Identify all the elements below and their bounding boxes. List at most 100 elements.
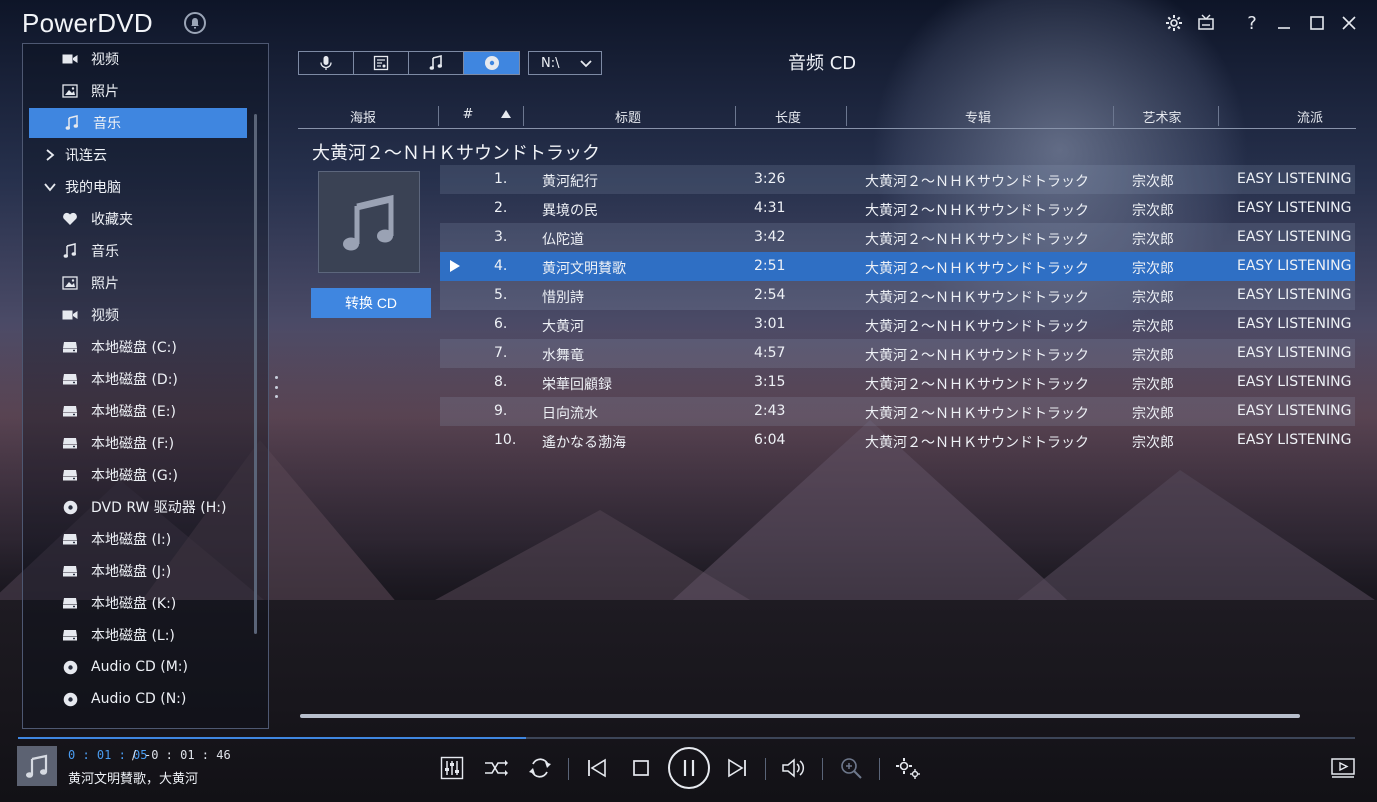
- next-icon[interactable]: [722, 752, 752, 784]
- column-divider[interactable]: [1113, 106, 1114, 126]
- table-row[interactable]: 1. 黄河紀行 3:26 大黄河２～ＮＨＫサウンドトラック 宗次郎 EASY LISTEN…: [440, 165, 1355, 194]
- sidebar-item[interactable]: 音乐: [29, 108, 247, 138]
- microphone-mode-button[interactable]: [299, 52, 354, 74]
- column-genre[interactable]: 流派: [1280, 107, 1340, 126]
- volume-icon[interactable]: [779, 752, 809, 784]
- pause-button[interactable]: [668, 747, 710, 789]
- column-artist[interactable]: 艺术家: [1132, 107, 1192, 126]
- track-genre: EASY LISTENING: [1237, 171, 1352, 187]
- stop-icon[interactable]: [626, 752, 656, 784]
- column-poster[interactable]: 海报: [338, 107, 388, 126]
- column-number[interactable]: #: [458, 107, 478, 122]
- sidebar-item[interactable]: 我的电脑: [23, 172, 268, 202]
- column-title[interactable]: 标题: [598, 107, 658, 126]
- track-number: 8.: [494, 374, 508, 390]
- drive-select-value: N:\: [541, 55, 560, 71]
- track-title: 惜別詩: [542, 290, 584, 306]
- track-length: 3:01: [754, 316, 786, 332]
- track-number: 1.: [494, 171, 508, 187]
- sidebar-item[interactable]: DVD RW 驱动器 (H:): [23, 492, 268, 522]
- equalizer-icon[interactable]: [437, 752, 467, 784]
- zoom-icon[interactable]: [836, 752, 866, 784]
- track-artist: 宗次郎: [1132, 406, 1174, 422]
- notification-bell-icon[interactable]: [184, 12, 206, 34]
- sidebar-item[interactable]: 本地磁盘 (K:): [23, 588, 268, 618]
- track-genre: EASY LISTENING: [1237, 316, 1352, 332]
- sidebar-item-label: DVD RW 驱动器 (H:): [91, 500, 227, 516]
- sidebar-item[interactable]: 本地磁盘 (D:): [23, 364, 268, 394]
- time-separator: /: [132, 748, 137, 762]
- sidebar-item[interactable]: 本地磁盘 (I:): [23, 524, 268, 554]
- column-divider[interactable]: [438, 106, 439, 126]
- sidebar-item[interactable]: 本地磁盘 (C:): [23, 332, 268, 362]
- seek-bar[interactable]: [18, 737, 1355, 739]
- convert-cd-button[interactable]: 转换 CD: [311, 288, 431, 318]
- lyrics-mode-button[interactable]: [354, 52, 409, 74]
- settings-icon[interactable]: [1160, 10, 1188, 36]
- maximize-icon[interactable]: [1303, 10, 1331, 36]
- mini-player-icon[interactable]: [1328, 752, 1358, 784]
- table-row[interactable]: 9. 日向流水 2:43 大黄河２～ＮＨＫサウンドトラック 宗次郎 EASY LISTEN…: [440, 397, 1355, 426]
- close-icon[interactable]: [1335, 10, 1363, 36]
- table-row[interactable]: 2. 異境の民 4:31 大黄河２～ＮＨＫサウンドトラック 宗次郎 EASY LISTEN…: [440, 194, 1355, 223]
- drive-icon: [59, 434, 81, 452]
- track-number: 2.: [494, 200, 508, 216]
- sidebar-item[interactable]: 本地磁盘 (G:): [23, 460, 268, 490]
- sidebar-item[interactable]: Audio CD (N:): [23, 684, 268, 714]
- sidebar-item-label: 本地磁盘 (G:): [91, 468, 178, 484]
- sidebar-item[interactable]: 本地磁盘 (J:): [23, 556, 268, 586]
- music-mode-button[interactable]: [409, 52, 464, 74]
- table-row[interactable]: 4. 黄河文明賛歌 2:51 大黄河２～ＮＨＫサウンドトラック 宗次郎 EASY LIST…: [440, 252, 1355, 281]
- sidebar-item[interactable]: 本地磁盘 (E:): [23, 396, 268, 426]
- track-album: 大黄河２～ＮＨＫサウンドトラック: [865, 174, 1089, 190]
- table-row[interactable]: 6. 大黄河 3:01 大黄河２～ＮＨＫサウンドトラック 宗次郎 EASY LISTENI…: [440, 310, 1355, 339]
- shuffle-icon[interactable]: [481, 752, 511, 784]
- divider: [879, 758, 880, 780]
- column-divider[interactable]: [523, 106, 524, 126]
- track-album: 大黄河２～ＮＨＫサウンドトラック: [865, 377, 1089, 393]
- now-playing-art[interactable]: [17, 746, 57, 786]
- table-row[interactable]: 10. 遙かなる渤海 6:04 大黄河２～ＮＨＫサウンドトラック 宗次郎 EASY LIS…: [440, 426, 1355, 455]
- cd-mode-button[interactable]: [464, 52, 519, 74]
- sidebar-item[interactable]: 视频: [23, 300, 268, 330]
- resize-handle[interactable]: [275, 376, 279, 398]
- chevron-right-icon[interactable]: [39, 146, 61, 164]
- sidebar-item[interactable]: 照片: [23, 268, 268, 298]
- sidebar-item-label: 照片: [91, 276, 119, 292]
- column-length[interactable]: 长度: [758, 107, 818, 126]
- app-title: PowerDVD: [22, 8, 153, 38]
- heart-icon: [59, 210, 81, 228]
- drive-select[interactable]: N:\: [528, 51, 602, 75]
- now-playing-title: 黄河文明賛歌，大黄河: [68, 772, 199, 787]
- lyrics-icon: [373, 55, 389, 71]
- previous-icon[interactable]: [582, 752, 612, 784]
- minimize-icon[interactable]: [1270, 10, 1298, 36]
- sidebar-item[interactable]: 收藏夹: [23, 204, 268, 234]
- column-divider[interactable]: [1218, 106, 1219, 126]
- repeat-icon[interactable]: [525, 752, 555, 784]
- track-length: 6:04: [754, 432, 786, 448]
- column-divider[interactable]: [735, 106, 736, 126]
- table-row[interactable]: 8. 栄華回顧録 3:15 大黄河２～ＮＨＫサウンドトラック 宗次郎 EASY LISTE…: [440, 368, 1355, 397]
- table-row[interactable]: 7. 水舞竜 4:57 大黄河２～ＮＨＫサウンドトラック 宗次郎 EASY LISTENI…: [440, 339, 1355, 368]
- settings-gear-icon[interactable]: [893, 752, 923, 784]
- table-row[interactable]: 3. 仏陀道 3:42 大黄河２～ＮＨＫサウンドトラック 宗次郎 EASY LISTENI…: [440, 223, 1355, 252]
- sidebar-item[interactable]: 照片: [23, 76, 268, 106]
- track-album: 大黄河２～ＮＨＫサウンドトラック: [865, 203, 1089, 219]
- column-divider[interactable]: [846, 106, 847, 126]
- help-icon[interactable]: ?: [1238, 10, 1266, 36]
- sidebar-item[interactable]: 本地磁盘 (F:): [23, 428, 268, 458]
- photo-icon: [59, 274, 81, 292]
- column-album[interactable]: 专辑: [948, 107, 1008, 126]
- sidebar-item[interactable]: 讯连云: [23, 140, 268, 170]
- sidebar-item[interactable]: 本地磁盘 (L:): [23, 620, 268, 650]
- sidebar-item-label: 本地磁盘 (F:): [91, 436, 175, 452]
- album-title: 大黄河２～ＮＨＫサウンドトラック: [312, 143, 600, 164]
- table-row[interactable]: 5. 惜別詩 2:54 大黄河２～ＮＨＫサウンドトラック 宗次郎 EASY LISTENI…: [440, 281, 1355, 310]
- sidebar-item[interactable]: Audio CD (M:): [23, 652, 268, 682]
- tv-mode-icon[interactable]: [1192, 10, 1220, 36]
- chevron-down-icon[interactable]: [39, 178, 61, 196]
- sidebar-item[interactable]: 视频: [23, 44, 268, 74]
- horizontal-scrollbar[interactable]: [300, 714, 1300, 718]
- sidebar-item[interactable]: 音乐: [23, 236, 268, 266]
